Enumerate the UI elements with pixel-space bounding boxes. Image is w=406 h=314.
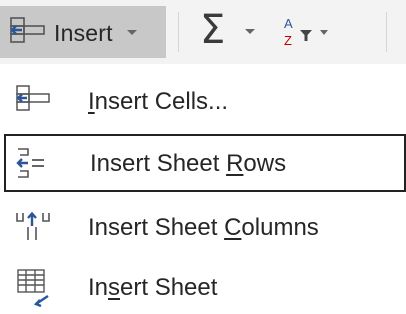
insert-dropdown-button[interactable]: Insert	[0, 6, 166, 58]
menu-item-insert-sheet-rows[interactable]: Insert Sheet Rows	[4, 134, 406, 192]
insert-cells-icon	[10, 17, 45, 43]
menu-item-label: Insert Sheet Rows	[90, 150, 287, 177]
menu-item-label: Insert Cells...	[88, 88, 229, 115]
menu-item-label: Insert Sheet	[88, 274, 218, 301]
ribbon-strip: Insert Σ A Z	[0, 0, 406, 64]
insert-cells-icon	[16, 85, 50, 111]
insert-rows-icon	[16, 148, 44, 178]
ribbon-divider	[386, 12, 387, 52]
ribbon-divider	[178, 12, 179, 52]
menu-item-insert-cells[interactable]: Insert Cells...	[0, 72, 406, 130]
menu-item-label: Insert Sheet Columns	[88, 214, 319, 241]
svg-text:Z: Z	[284, 33, 292, 48]
insert-sheet-icon	[17, 269, 49, 308]
menu-item-insert-sheet[interactable]: Insert Sheet	[0, 256, 406, 314]
sort-az-filter-icon[interactable]: A Z	[282, 14, 334, 50]
chevron-down-icon[interactable]	[126, 29, 138, 37]
sigma-icon[interactable]: Σ	[200, 6, 225, 54]
svg-text:A: A	[284, 16, 293, 31]
insert-label: Insert	[54, 20, 113, 46]
menu-item-insert-sheet-columns[interactable]: Insert Sheet Columns	[0, 198, 406, 256]
chevron-down-icon[interactable]	[244, 28, 256, 36]
insert-columns-icon	[16, 211, 50, 240]
